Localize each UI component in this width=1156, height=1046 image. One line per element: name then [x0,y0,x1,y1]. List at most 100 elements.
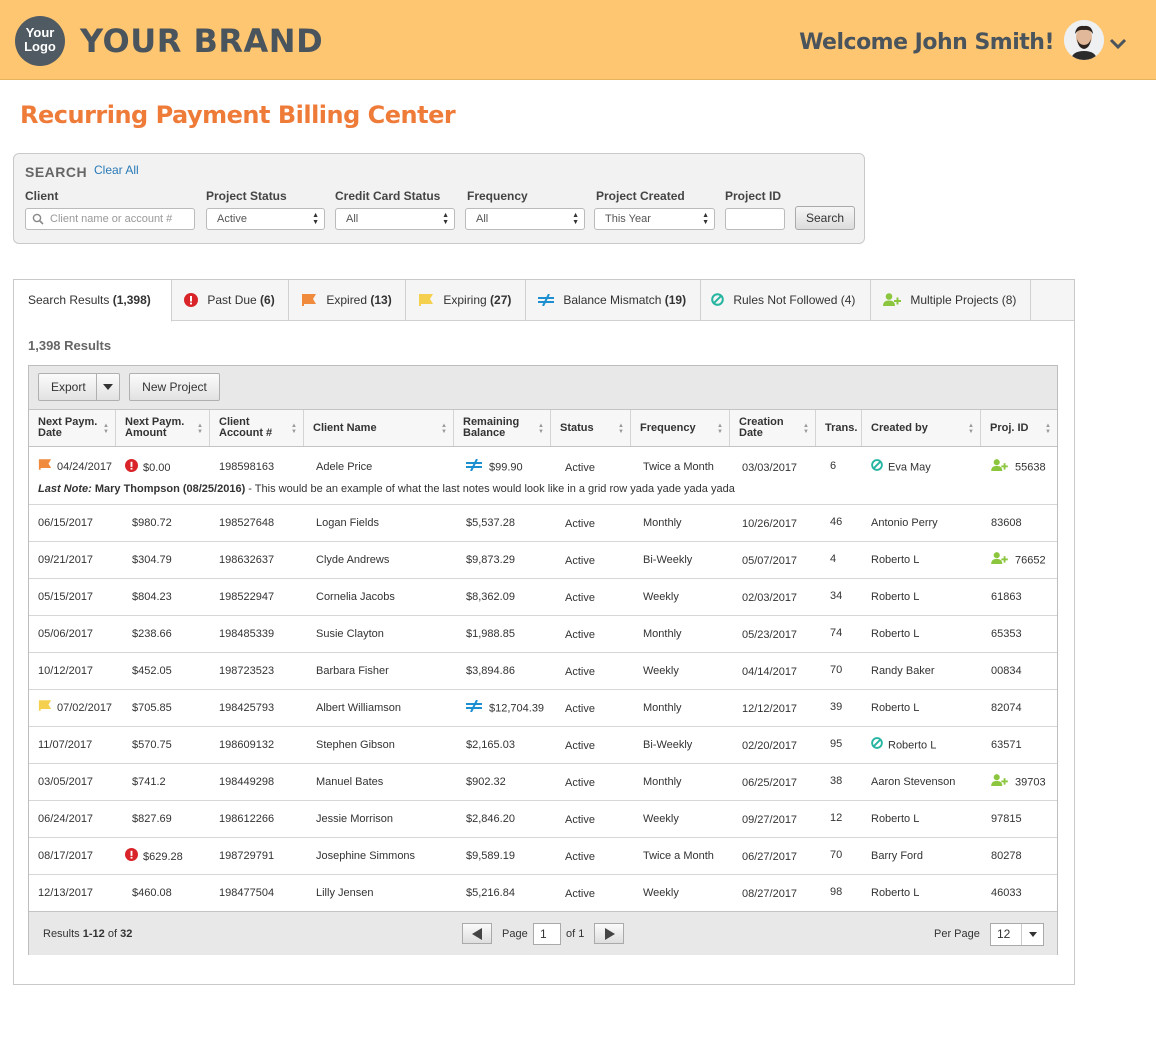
creation-date: 06/27/2017 [742,851,798,863]
status-value: Active [565,555,595,567]
column-header[interactable]: Frequency ▲ ▼ [631,410,730,446]
column-header[interactable]: Remaining Balance ▲ ▼ [454,410,551,446]
tab-past-due[interactable]: Past Due (6) [172,280,289,321]
sort-icon[interactable]: ▲ ▼ [103,423,109,435]
column-header-label: Client Name [313,422,377,434]
frequency-select[interactable]: All ▲ ▼ [465,208,585,230]
project-id-input[interactable] [725,208,785,230]
tab-rules-not-followed[interactable]: Rules Not Followed (4) [701,280,871,321]
column-header[interactable]: Proj. ID ▲ ▼ [981,410,1057,446]
prev-page-button[interactable] [462,923,492,944]
client-name[interactable]: Jessie Morrison [316,813,393,825]
column-header[interactable]: Status ▲ ▼ [551,410,631,446]
sort-icon[interactable]: ▲ ▼ [968,423,974,435]
client-account: 198527648 [219,517,275,529]
transactions-count: 34 [830,590,843,602]
frequency-value: All [476,213,489,225]
client-name[interactable]: Lilly Jensen [316,887,373,899]
column-header[interactable]: Next Paym. Date ▲ ▼ [29,410,116,446]
tab-search-results[interactable]: Search Results (1,398) [14,280,172,322]
column-header[interactable]: Creation Date ▲ ▼ [730,410,816,446]
table-row[interactable]: 04/24/2017 $0.00 198598163 Adele Price $99.9… [29,447,1057,505]
remaining-balance: $12,704.39 [466,699,544,715]
column-header[interactable]: Client Name ▲ ▼ [304,410,454,446]
page-number-input[interactable]: 1 [533,923,561,945]
client-name[interactable]: Manuel Bates [316,776,383,788]
client-account: 198522947 [219,591,275,603]
caret-down-icon [103,384,113,390]
sort-icon[interactable]: ▲ ▼ [291,423,297,435]
clear-all-link[interactable]: Clear All [94,163,139,177]
table-row[interactable]: 09/21/2017 $304.79 198632637 Clyde Andrews $… [29,542,1057,579]
chevron-down-icon[interactable] [1108,34,1128,54]
tab-count: (13) [370,293,392,307]
client-account: 198609132 [219,739,275,751]
project-id: 76652 [991,552,1046,567]
sort-icon[interactable]: ▲ ▼ [1045,423,1051,435]
per-page-select[interactable]: 12 [990,923,1044,946]
project-id: 61863 [991,591,1022,603]
table-row[interactable]: 11/07/2017 $570.75 198609132 Stephen Gibson… [29,727,1057,764]
remaining-balance: $99.90 [466,458,523,474]
table-row[interactable]: 05/15/2017 $804.23 198522947 Cornelia Jacob… [29,579,1057,616]
column-header[interactable]: Created by ▲ ▼ [862,410,981,446]
sort-icon[interactable]: ▲ ▼ [538,423,544,435]
client-name[interactable]: Susie Clayton [316,628,384,640]
project-id: 39703 [991,774,1046,789]
client-name[interactable]: Josephine Simmons [316,850,415,862]
sort-icon[interactable]: ▲ ▼ [717,423,723,435]
search-button[interactable]: Search [795,206,855,230]
table-row[interactable]: 03/05/2017 $741.2 198449298 Manuel Bates $90… [29,764,1057,801]
column-header[interactable]: Client Account # ▲ ▼ [210,410,304,446]
tab-expired[interactable]: Expired (13) [289,280,406,321]
triangle-right-icon [605,928,615,940]
tab-multiple-projects[interactable]: Multiple Projects (8) [871,280,1031,321]
remaining-balance: $8,362.09 [466,591,515,603]
sort-icon[interactable]: ▲ ▼ [618,423,624,435]
table-row[interactable]: 12/13/2017 $460.08 198477504 Lilly Jensen $5… [29,875,1057,912]
client-account: 198485339 [219,628,275,640]
project-created-select[interactable]: This Year ▲ ▼ [594,208,715,230]
created-by: Roberto L [871,813,920,825]
client-name[interactable]: Barbara Fisher [316,665,389,677]
client-name[interactable]: Adele Price [316,461,372,473]
sort-icon[interactable]: ▲ ▼ [803,423,809,435]
user-avatar[interactable] [1064,20,1104,60]
project-status-select[interactable]: Active ▲ ▼ [206,208,325,230]
client-name[interactable]: Cornelia Jacobs [316,591,395,603]
tab-expiring[interactable]: Expiring (27) [406,280,526,321]
sort-icon[interactable]: ▲ ▼ [441,423,447,435]
project-id: 46033 [991,887,1022,899]
sort-icon[interactable]: ▲ ▼ [197,423,203,435]
column-header[interactable]: Next Paym. Amount ▲ ▼ [116,410,210,446]
client-name[interactable]: Albert Williamson [316,702,401,714]
client-name[interactable]: Stephen Gibson [316,739,395,751]
tab-count: (1,398) [112,293,151,307]
grid-header: Next Paym. Date ▲ ▼ Next Paym. Amount ▲ ▼ Client… [29,410,1057,447]
cc-status-select[interactable]: All ▲ ▼ [335,208,455,230]
export-label: Export [51,380,86,394]
transactions-count: 95 [830,738,843,750]
next-payment-date: 11/07/2017 [38,739,93,751]
next-payment-date: 08/17/2017 [38,850,94,862]
client-name[interactable]: Clyde Andrews [316,554,389,566]
next-payment-amount: $238.66 [132,628,172,640]
export-button[interactable]: Export [38,373,120,401]
table-row[interactable]: 05/06/2017 $238.66 198485339 Susie Clayton $… [29,616,1057,653]
client-name[interactable]: Logan Fields [316,517,379,529]
table-row[interactable]: 10/12/2017 $452.05 198723523 Barbara Fisher… [29,653,1057,690]
created-by: Roberto L [871,628,920,640]
new-project-button[interactable]: New Project [129,373,220,401]
table-row[interactable]: 06/15/2017 $980.72 198527648 Logan Fields $5… [29,505,1057,542]
tab-balance-mismatch[interactable]: Balance Mismatch (19) [526,280,701,321]
next-payment-date: 05/06/2017 [38,628,94,640]
client-search-input[interactable]: Client name or account # [25,208,195,230]
transactions-count: 38 [830,775,843,787]
brand-logo[interactable]: Your Logo [15,16,65,66]
table-row[interactable]: 06/24/2017 $827.69 198612266 Jessie Morriso… [29,801,1057,838]
table-row[interactable]: 08/17/2017 $629.28 198729791 Josephine Simm… [29,838,1057,875]
table-row[interactable]: 07/02/2017 $705.85 198425793 Albert William… [29,690,1057,727]
client-account: 198729791 [219,850,275,862]
next-page-button[interactable] [594,923,624,944]
column-header[interactable]: Trans. [816,410,862,446]
